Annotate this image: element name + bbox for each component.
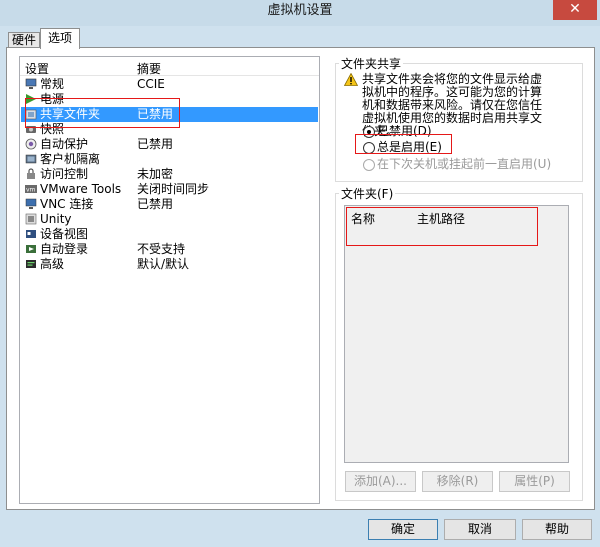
- svg-text:vm: vm: [26, 187, 36, 194]
- list-item-access-control[interactable]: 访问控制 未加密: [21, 167, 318, 182]
- list-item-guest-isolation[interactable]: 客户机隔离: [21, 152, 318, 167]
- list-item-device-view[interactable]: 设备视图: [21, 227, 318, 242]
- list-item-label: 常规: [40, 77, 65, 91]
- access-control-icon: [27, 168, 35, 179]
- list-item-unity[interactable]: Unity: [21, 212, 318, 227]
- vnc-icon: [25, 198, 37, 209]
- close-button[interactable]: ✕: [553, 0, 597, 20]
- list-item-label: 自动登录: [40, 242, 89, 256]
- ok-button[interactable]: 确定: [368, 519, 438, 540]
- advanced-icon: [26, 260, 36, 268]
- list-item-vmware-tools[interactable]: vm VMware Tools 关闭时间同步: [21, 182, 318, 197]
- list-item-summary: CCIE: [137, 77, 165, 91]
- list-item-label: 设备视图: [40, 227, 89, 241]
- monitor-icon: [25, 78, 37, 89]
- close-icon: ✕: [569, 1, 581, 17]
- autoprotect-icon: [25, 138, 37, 150]
- autologin-icon: [26, 245, 36, 253]
- add-folder-button[interactable]: 添加(A)...: [345, 471, 416, 492]
- list-item-summary: 未加密: [137, 167, 174, 181]
- list-item-general[interactable]: 常规 CCIE: [21, 77, 318, 92]
- list-item-summary: 关闭时间同步: [137, 182, 210, 196]
- radio-until-poweroff: 在下次关机或挂起前一直启用(U): [363, 156, 553, 172]
- window-title: 虚拟机设置: [267, 3, 333, 18]
- folder-sharing-title: 文件夹共享: [339, 55, 404, 72]
- remove-folder-button[interactable]: 移除(R): [422, 471, 493, 492]
- device-view-icon: [26, 230, 36, 238]
- folders-title: 文件夹(F): [339, 185, 396, 202]
- list-item-label: 自动保护: [40, 137, 89, 151]
- list-item-label: 访问控制: [40, 167, 89, 181]
- list-item-summary: 已禁用: [137, 137, 174, 151]
- radio-dot: [363, 159, 375, 171]
- annotation-highlight-shared-folder: [25, 98, 180, 128]
- list-item-advanced[interactable]: 高级 默认/默认: [21, 257, 318, 272]
- annotation-highlight-always-enabled: [355, 134, 452, 154]
- list-item-autoprotect[interactable]: 自动保护 已禁用: [21, 137, 318, 152]
- tab-hardware[interactable]: 硬件: [8, 32, 40, 48]
- list-item-summary: 不受支持: [137, 242, 186, 256]
- list-item-label: Unity: [40, 212, 72, 226]
- list-header: 设置 摘要: [20, 57, 319, 76]
- folder-properties-button[interactable]: 属性(P): [499, 471, 570, 492]
- column-header-summary[interactable]: 摘要: [137, 60, 161, 77]
- list-item-summary: 已禁用: [137, 197, 174, 211]
- unity-icon: [25, 213, 37, 225]
- annotation-highlight-folder-columns: [346, 207, 538, 246]
- list-item-label: VNC 连接: [40, 197, 94, 211]
- radio-label: 在下次关机或挂起前一直启用(U): [377, 157, 552, 171]
- column-header-setting[interactable]: 设置: [25, 60, 49, 77]
- list-item-label: 高级: [40, 257, 65, 271]
- warning-icon: [344, 73, 358, 86]
- cancel-button[interactable]: 取消: [444, 519, 516, 540]
- list-item-autologin[interactable]: 自动登录 不受支持: [21, 242, 318, 257]
- list-item-vnc[interactable]: VNC 连接 已禁用: [21, 197, 318, 212]
- list-item-summary: 默认/默认: [137, 257, 190, 271]
- list-item-label: VMware Tools: [40, 182, 122, 196]
- vmware-tools-icon: vm: [25, 185, 37, 194]
- help-button[interactable]: 帮助: [522, 519, 592, 540]
- list-item-label: 客户机隔离: [40, 152, 101, 166]
- guest-isolation-icon: [25, 154, 37, 164]
- tab-options[interactable]: 选项: [40, 28, 80, 49]
